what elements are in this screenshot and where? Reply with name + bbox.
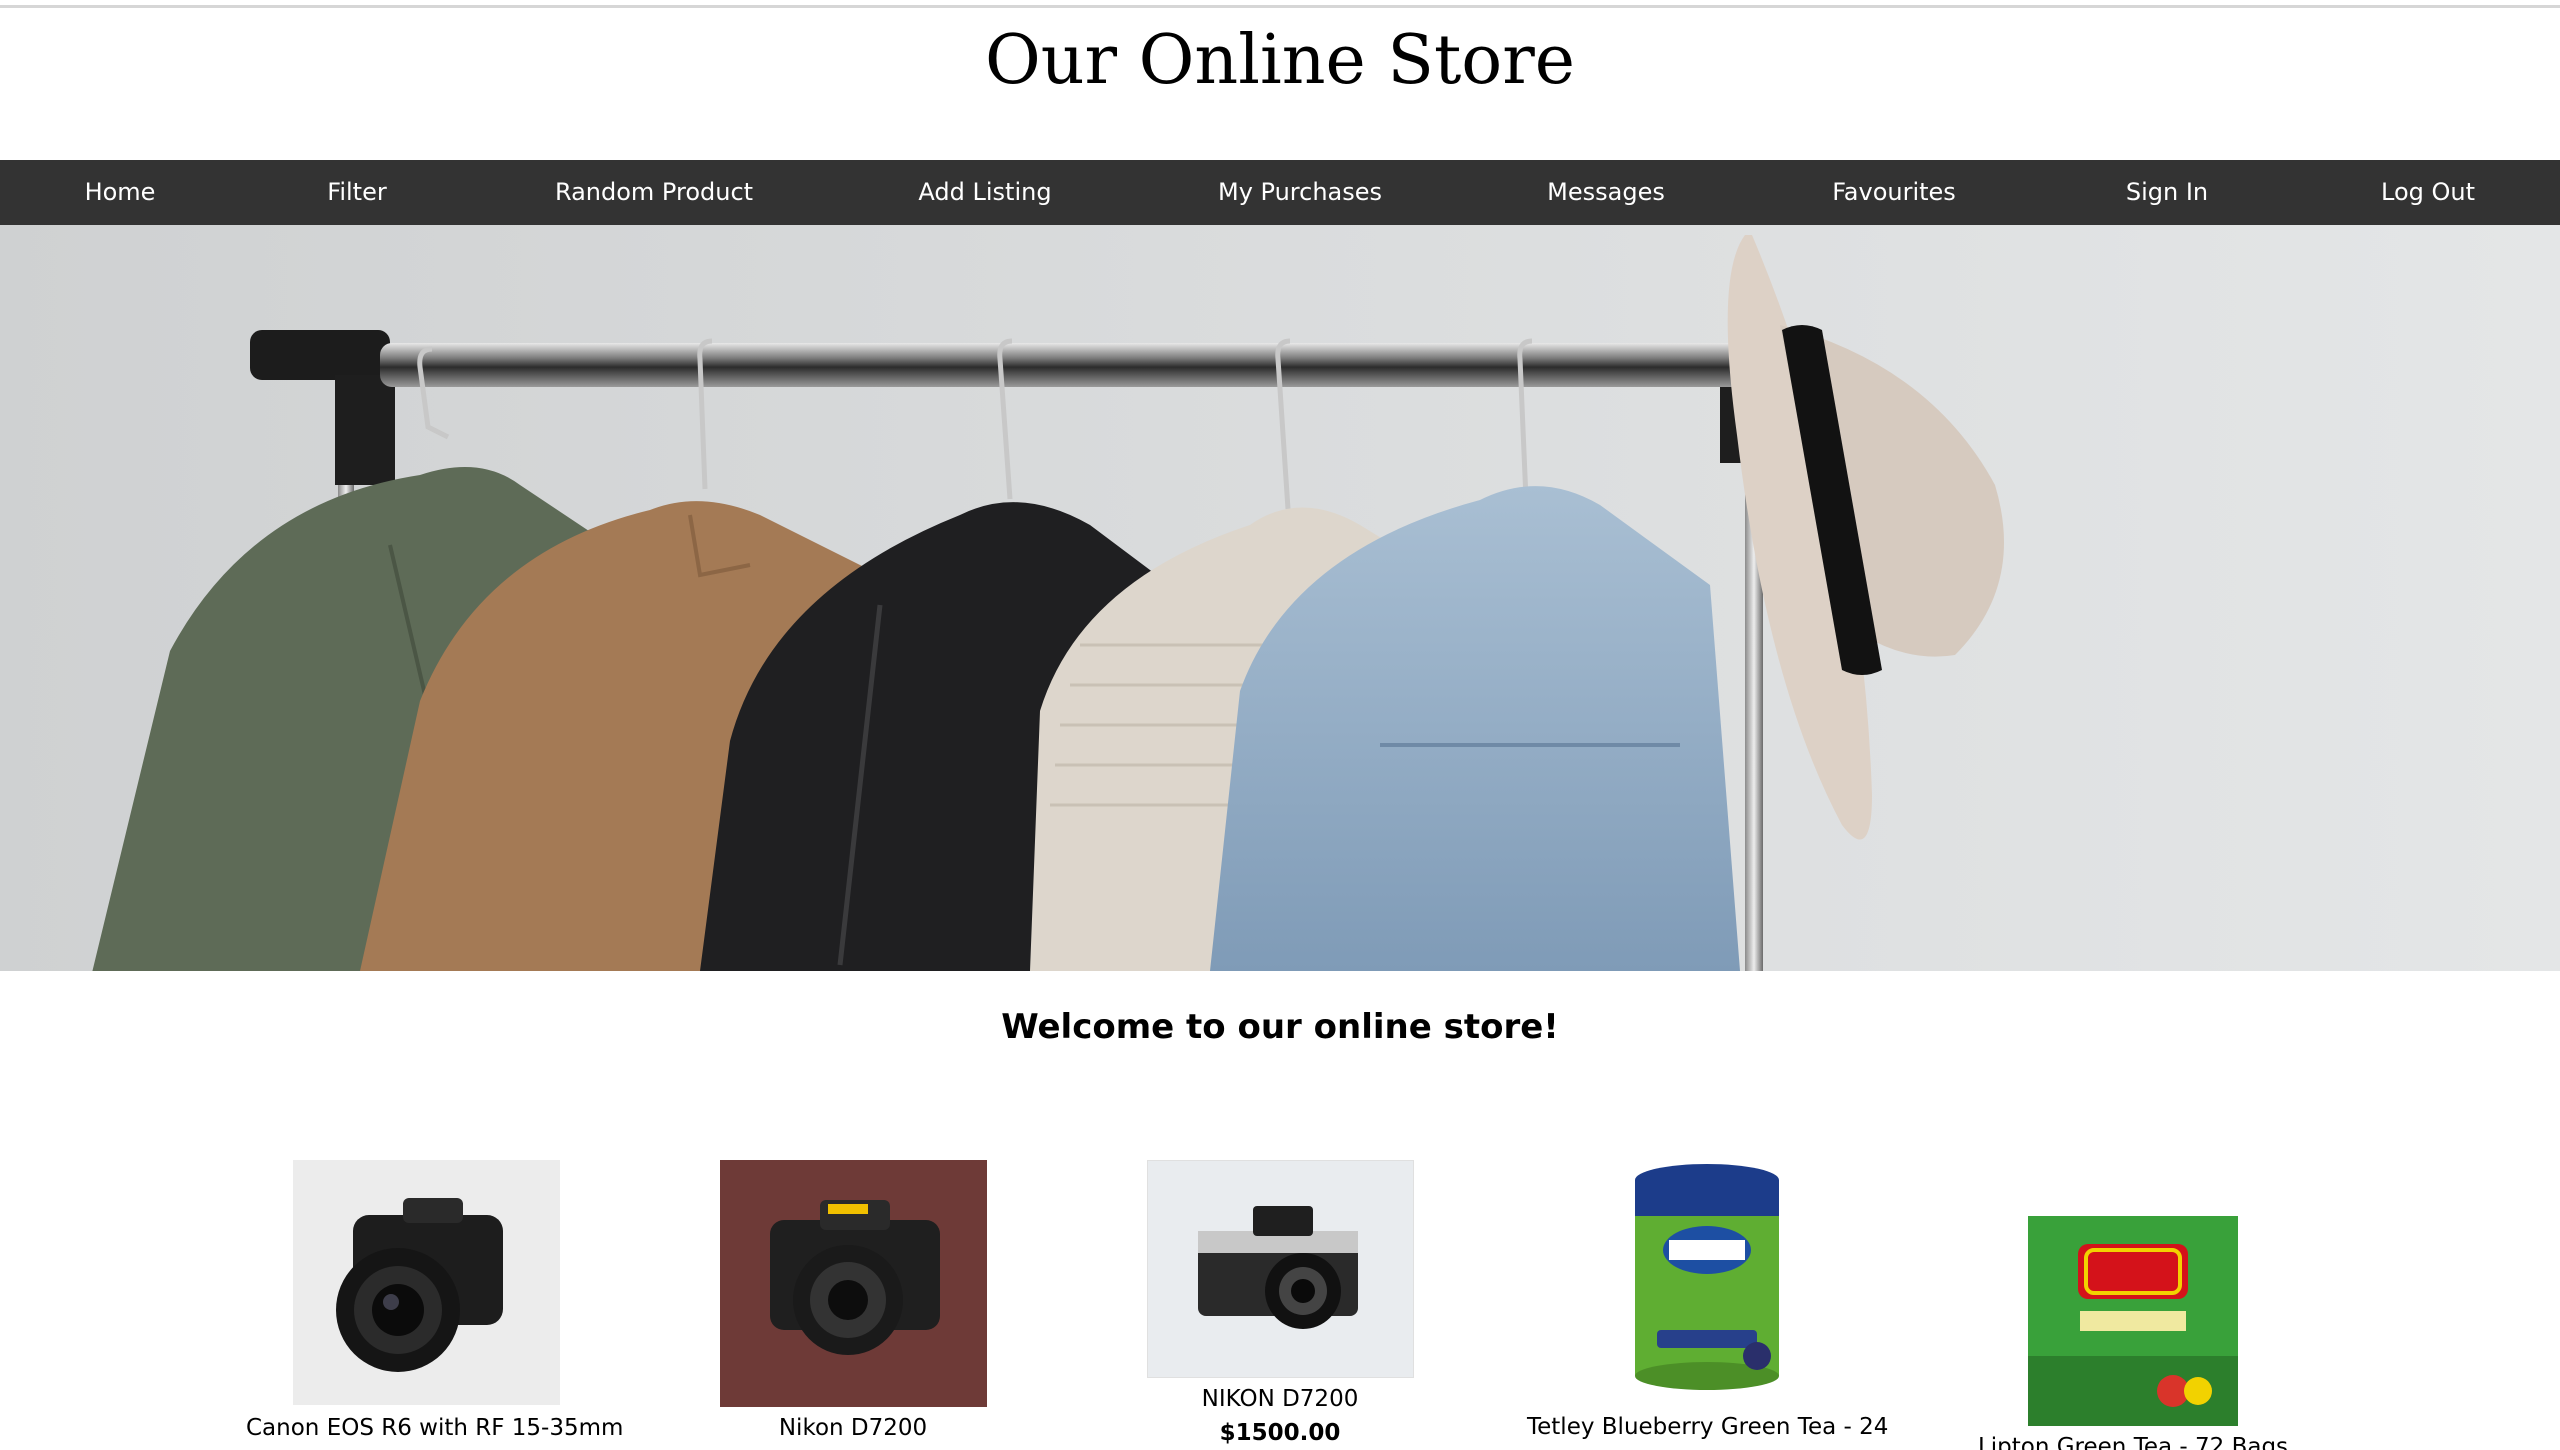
canon-camera-image[interactable]: [292, 1160, 560, 1405]
product-name: Lipton Green Tea - 72 Bags: [1977, 1434, 2289, 1450]
nikon-camera-image[interactable]: [719, 1160, 987, 1407]
product-card[interactable]: Tetley Blueberry Green Tea - 24: [1527, 1160, 1889, 1442]
nikon-vintage-camera-image[interactable]: [1146, 1160, 1414, 1378]
nav-my-purchases[interactable]: My Purchases: [1218, 160, 1382, 225]
nav-log-out[interactable]: Log Out: [2381, 160, 2475, 225]
nav-add-listing[interactable]: Add Listing: [918, 160, 1051, 225]
product-card[interactable]: Canon EOS R6 with RF 15-35mm: [246, 1160, 624, 1443]
site-title: Our Online Store: [985, 21, 1575, 100]
nav-filter[interactable]: Filter: [327, 160, 386, 225]
product-name: Canon EOS R6 with RF 15-35mm: [246, 1415, 624, 1441]
product-name: Nikon D7200: [778, 1415, 928, 1441]
camera-icon: [1197, 1206, 1358, 1329]
nav-random-product[interactable]: Random Product: [555, 160, 753, 225]
tea-box-icon: [2028, 1216, 2238, 1426]
top-divider: [0, 5, 2560, 8]
welcome-heading: Welcome to our online store!: [1001, 1007, 1559, 1047]
product-card[interactable]: Nikon D7200: [673, 1160, 1033, 1443]
main-navbar: Home Filter Random Product Add Listing M…: [0, 160, 2560, 225]
product-name: Tetley Blueberry Green Tea - 24: [1527, 1414, 1889, 1440]
tetley-tea-canister-image[interactable]: [1597, 1160, 1817, 1406]
clothing-rack-illustration: [0, 225, 2560, 971]
product-card[interactable]: Lipton Green Tea - 72 Bags: [1953, 1160, 2313, 1450]
nav-messages[interactable]: Messages: [1547, 160, 1665, 225]
nav-sign-in[interactable]: Sign In: [2126, 160, 2208, 225]
lipton-tea-box-image[interactable]: [2028, 1216, 2238, 1426]
nav-home[interactable]: Home: [85, 160, 156, 225]
product-name: NIKON D7200: [1201, 1386, 1359, 1412]
hero-banner-image: [0, 225, 2560, 971]
product-card[interactable]: NIKON D7200 $1500.00: [1100, 1160, 1460, 1448]
camera-icon: [335, 1198, 503, 1372]
camera-icon: [769, 1200, 940, 1355]
nav-favourites[interactable]: Favourites: [1832, 160, 1956, 225]
product-price: $1500.00: [1219, 1420, 1341, 1446]
tea-canister-icon: [1635, 1164, 1779, 1390]
